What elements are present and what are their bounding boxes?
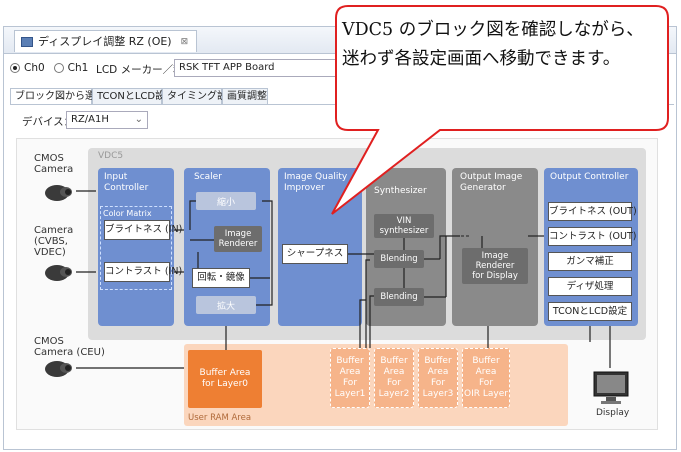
callout-text: VDC5 のブロック図を確認しながら、迷わず各設定画面へ移動できます。 [342, 20, 644, 69]
